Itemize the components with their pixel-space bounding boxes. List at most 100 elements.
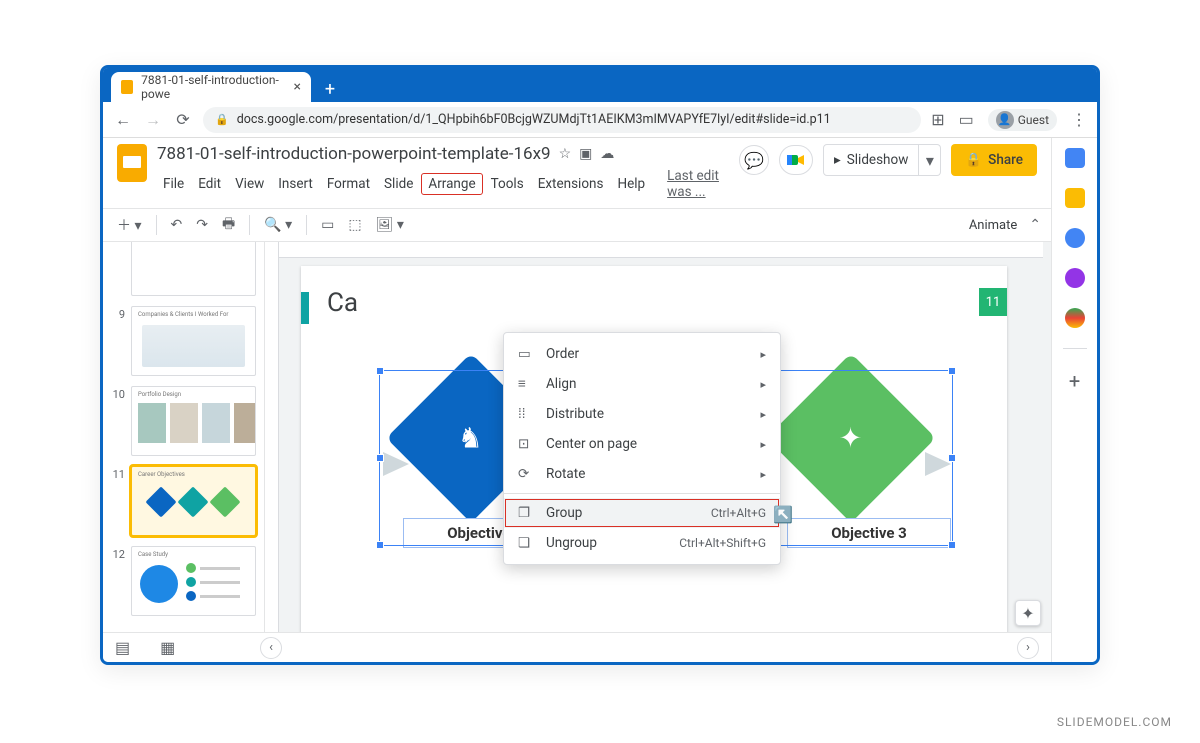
calendar-icon[interactable] (1065, 148, 1085, 168)
menu-tools[interactable]: Tools (485, 174, 530, 194)
vertical-ruler (265, 242, 279, 632)
lock-share-icon: 🔒 (965, 152, 982, 168)
thumb-number: 11 (109, 466, 125, 536)
menu-item-ungroup[interactable]: ❏ Ungroup Ctrl+Alt+Shift+G (504, 528, 780, 558)
share-label: Share (988, 152, 1023, 168)
zoom-button[interactable]: 🔍 ▾ (260, 215, 296, 235)
slide-thumb-10[interactable]: Portfolio Design (131, 386, 256, 456)
collapse-thumbs-button[interactable]: ‹ (260, 637, 282, 659)
thumb-number: 12 (109, 546, 125, 616)
slideshow-label: Slideshow (847, 152, 909, 168)
watermark: SLIDEMODEL.COM (1057, 715, 1172, 729)
new-tab-button[interactable]: + (317, 76, 343, 102)
menu-insert[interactable]: Insert (272, 174, 319, 194)
menu-view[interactable]: View (229, 174, 270, 194)
slide-thumb-9[interactable]: Companies & Clients I Worked For (131, 306, 256, 376)
share-button[interactable]: 🔒 Share (951, 144, 1037, 176)
slideshow-dropdown[interactable]: ▾ (919, 144, 941, 176)
reload-button[interactable]: ⟳ (173, 110, 193, 129)
textbox-tool[interactable]: ⬚ (344, 215, 365, 235)
cloud-saved-icon[interactable]: ☁ (600, 146, 614, 162)
submenu-arrow-icon: ▸ (760, 438, 766, 451)
toolbar: ＋ ▾ ↶ ↷ 🖶 🔍 ▾ ▭ ⬚ 🖼 ▾ Animate ⌃ (103, 208, 1051, 242)
menu-item-group[interactable]: ❐ Group Ctrl+Alt+G (504, 498, 780, 528)
slide-page-number: 11 (979, 288, 1007, 316)
rotate-icon: ⟳ (518, 466, 534, 482)
browser-tab-strip: 7881-01-self-introduction-powe × + (103, 68, 1097, 102)
menu-item-align[interactable]: ≡ Align ▸ (504, 369, 780, 399)
document-title[interactable]: 7881-01-self-introduction-powerpoint-tem… (157, 144, 551, 164)
footer-bar: ▤ ▦ ‹ › (103, 632, 1051, 662)
select-tool[interactable]: ▭ (317, 215, 338, 235)
comments-button[interactable]: 💬 (739, 145, 769, 175)
slide-accent-bar (301, 292, 309, 324)
scroll-right-button[interactable]: › (1017, 637, 1039, 659)
url-text: docs.google.com/presentation/d/1_QHpbih6… (237, 112, 831, 127)
contacts-icon[interactable] (1065, 268, 1085, 288)
lock-icon: 🔒 (215, 113, 229, 126)
profile-button[interactable]: 👤 Guest (988, 109, 1057, 131)
extension-icon[interactable]: ▭ (959, 110, 974, 129)
translate-icon[interactable]: ⊞ (931, 110, 944, 129)
print-button[interactable]: 🖶 (218, 211, 239, 239)
menu-item-rotate[interactable]: ⟳ Rotate ▸ (504, 459, 780, 489)
browser-tab[interactable]: 7881-01-self-introduction-powe × (111, 72, 311, 102)
google-slides-logo-icon[interactable] (117, 144, 147, 182)
slide-thumb-12[interactable]: Case Study (131, 546, 256, 616)
thumb-number: 9 (109, 306, 125, 376)
browser-right-icons: ⊞ ▭ 👤 Guest ⋮ (931, 109, 1087, 131)
submenu-arrow-icon: ▸ (760, 468, 766, 481)
filmstrip-view-icon[interactable]: ▤ (115, 638, 130, 657)
menu-help[interactable]: Help (611, 174, 651, 194)
menu-arrange[interactable]: Arrange (421, 173, 482, 195)
slides-favicon-icon (121, 80, 133, 94)
chrome-window: ⌄ — ▢ ✕ 7881-01-self-introduction-powe ×… (100, 65, 1100, 665)
keep-icon[interactable] (1065, 188, 1085, 208)
grid-view-icon[interactable]: ▦ (160, 638, 175, 657)
profile-label: Guest (1018, 113, 1049, 127)
submenu-arrow-icon: ▸ (760, 408, 766, 421)
undo-button[interactable]: ↶ (167, 215, 187, 235)
back-button[interactable]: ← (113, 110, 133, 130)
arrange-menu-popup: ▭ Order ▸ ≡ Align ▸ ⁞⁞ Distribute ▸ ⊡ Ce… (503, 332, 781, 565)
image-tool[interactable]: 🖼 ▾ (372, 215, 408, 235)
align-icon: ≡ (518, 376, 534, 392)
cursor-pointer-icon: ↖️ (773, 505, 793, 524)
add-addon-button[interactable]: + (1069, 369, 1080, 393)
animate-panel-label[interactable]: Animate (969, 218, 1017, 233)
menu-slide[interactable]: Slide (378, 174, 419, 194)
menu-extensions[interactable]: Extensions (532, 174, 610, 194)
kebab-menu-icon[interactable]: ⋮ (1071, 110, 1087, 129)
last-edit-link[interactable]: Last edit was ... (661, 166, 729, 202)
slideshow-button[interactable]: ▸ Slideshow (823, 144, 919, 176)
redo-button[interactable]: ↷ (192, 215, 212, 235)
forward-button[interactable]: → (143, 110, 163, 130)
slide-thumb-11-active[interactable]: Career Objectives (131, 466, 256, 536)
browser-toolbar: ← → ⟳ 🔒 docs.google.com/presentation/d/1… (103, 102, 1097, 138)
order-icon: ▭ (518, 346, 534, 362)
meet-button[interactable] (779, 145, 813, 175)
slide-title: Ca (327, 288, 358, 318)
document-header: 7881-01-self-introduction-powerpoint-tem… (103, 138, 1051, 202)
menu-edit[interactable]: Edit (192, 174, 227, 194)
shortcut-text: Ctrl+Alt+G (711, 506, 766, 520)
tasks-icon[interactable] (1065, 228, 1085, 248)
address-bar[interactable]: 🔒 docs.google.com/presentation/d/1_QHpbi… (203, 107, 921, 133)
star-icon[interactable]: ☆ (559, 146, 572, 162)
menu-file[interactable]: File (157, 174, 190, 194)
close-tab-icon[interactable]: × (294, 79, 301, 95)
maps-icon[interactable] (1065, 308, 1085, 328)
explore-button[interactable]: ✦ (1015, 600, 1041, 626)
menu-item-center-on-page[interactable]: ⊡ Center on page ▸ (504, 429, 780, 459)
new-slide-button[interactable]: ＋ ▾ (113, 213, 146, 237)
slide-thumb[interactable] (131, 242, 256, 296)
menu-format[interactable]: Format (321, 174, 376, 194)
collapse-panel-icon[interactable]: ⌃ (1029, 217, 1041, 233)
thumb-number: 10 (109, 386, 125, 456)
meet-icon (787, 153, 805, 167)
present-icon: ▸ (834, 152, 841, 168)
move-icon[interactable]: ▣ (579, 146, 592, 162)
menu-item-distribute[interactable]: ⁞⁞ Distribute ▸ (504, 399, 780, 429)
menu-item-order[interactable]: ▭ Order ▸ (504, 339, 780, 369)
app-area: 7881-01-self-introduction-powerpoint-tem… (103, 138, 1097, 662)
